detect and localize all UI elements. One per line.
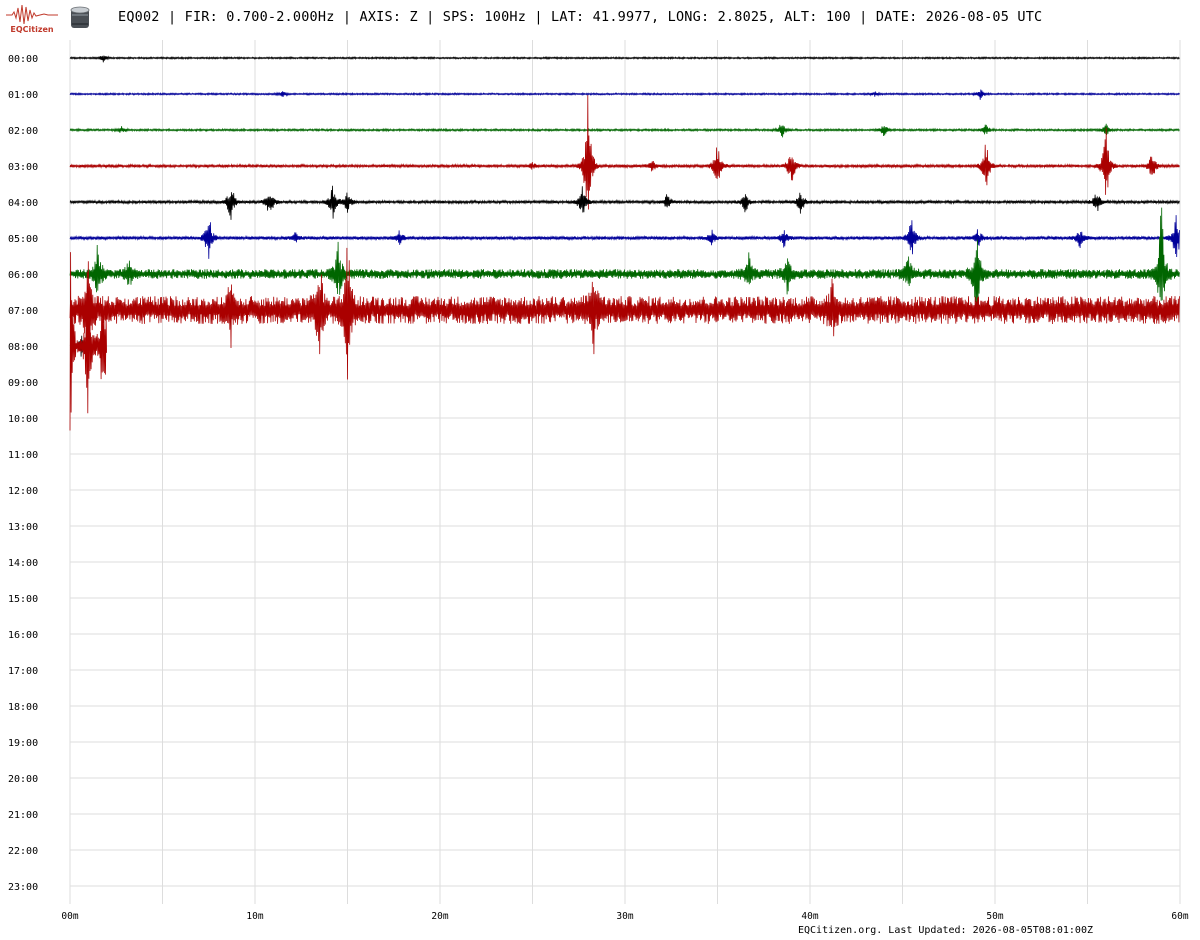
minute-tick-label: 10m: [246, 911, 263, 922]
last-updated-footer: EQCitizen.org. Last Updated: 2026-08-05T…: [797, 925, 1093, 936]
hour-label: 15:00: [8, 594, 38, 605]
minute-tick-label: 60m: [1171, 911, 1188, 922]
hour-label: 06:00: [8, 270, 38, 281]
minute-tick-label: 30m: [616, 911, 633, 922]
hour-label: 00:00: [8, 54, 38, 65]
hour-label: 08:00: [8, 342, 38, 353]
hour-label: 17:00: [8, 666, 38, 677]
minute-tick-label: 00m: [61, 911, 78, 922]
minute-tick-label: 50m: [986, 911, 1003, 922]
hour-label: 10:00: [8, 414, 38, 425]
hour-label: 14:00: [8, 558, 38, 569]
hour-label: 21:00: [8, 810, 38, 821]
hour-label: 02:00: [8, 126, 38, 137]
hour-label: 13:00: [8, 522, 38, 533]
hour-label: 05:00: [8, 234, 38, 245]
hour-label: 23:00: [8, 882, 38, 893]
minute-tick-label: 40m: [801, 911, 818, 922]
hour-label: 07:00: [8, 306, 38, 317]
minute-labels: 00m 10m 20m 30m 40m 50m 60m: [61, 911, 1188, 922]
hour-label: 11:00: [8, 450, 38, 461]
hour-label: 19:00: [8, 738, 38, 749]
hour-label: 03:00: [8, 162, 38, 173]
hour-label: 01:00: [8, 90, 38, 101]
hour-label: 20:00: [8, 774, 38, 785]
hour-labels: 00:00 01:00 02:00 03:00 04:00 05:00 06:00 07:00…: [8, 54, 38, 893]
hour-label: 04:00: [8, 198, 38, 209]
helicorder-chart: 00:00 01:00 02:00 03:00 04:00 05:00 06:00 07:00…: [8, 40, 1189, 922]
hour-label: 18:00: [8, 702, 38, 713]
minute-tick-label: 20m: [431, 911, 448, 922]
hour-label: 12:00: [8, 486, 38, 497]
hour-label: 09:00: [8, 378, 38, 389]
hour-label: 22:00: [8, 846, 38, 857]
chart-grid: [69, 40, 1181, 904]
hour-label: 16:00: [8, 630, 38, 641]
